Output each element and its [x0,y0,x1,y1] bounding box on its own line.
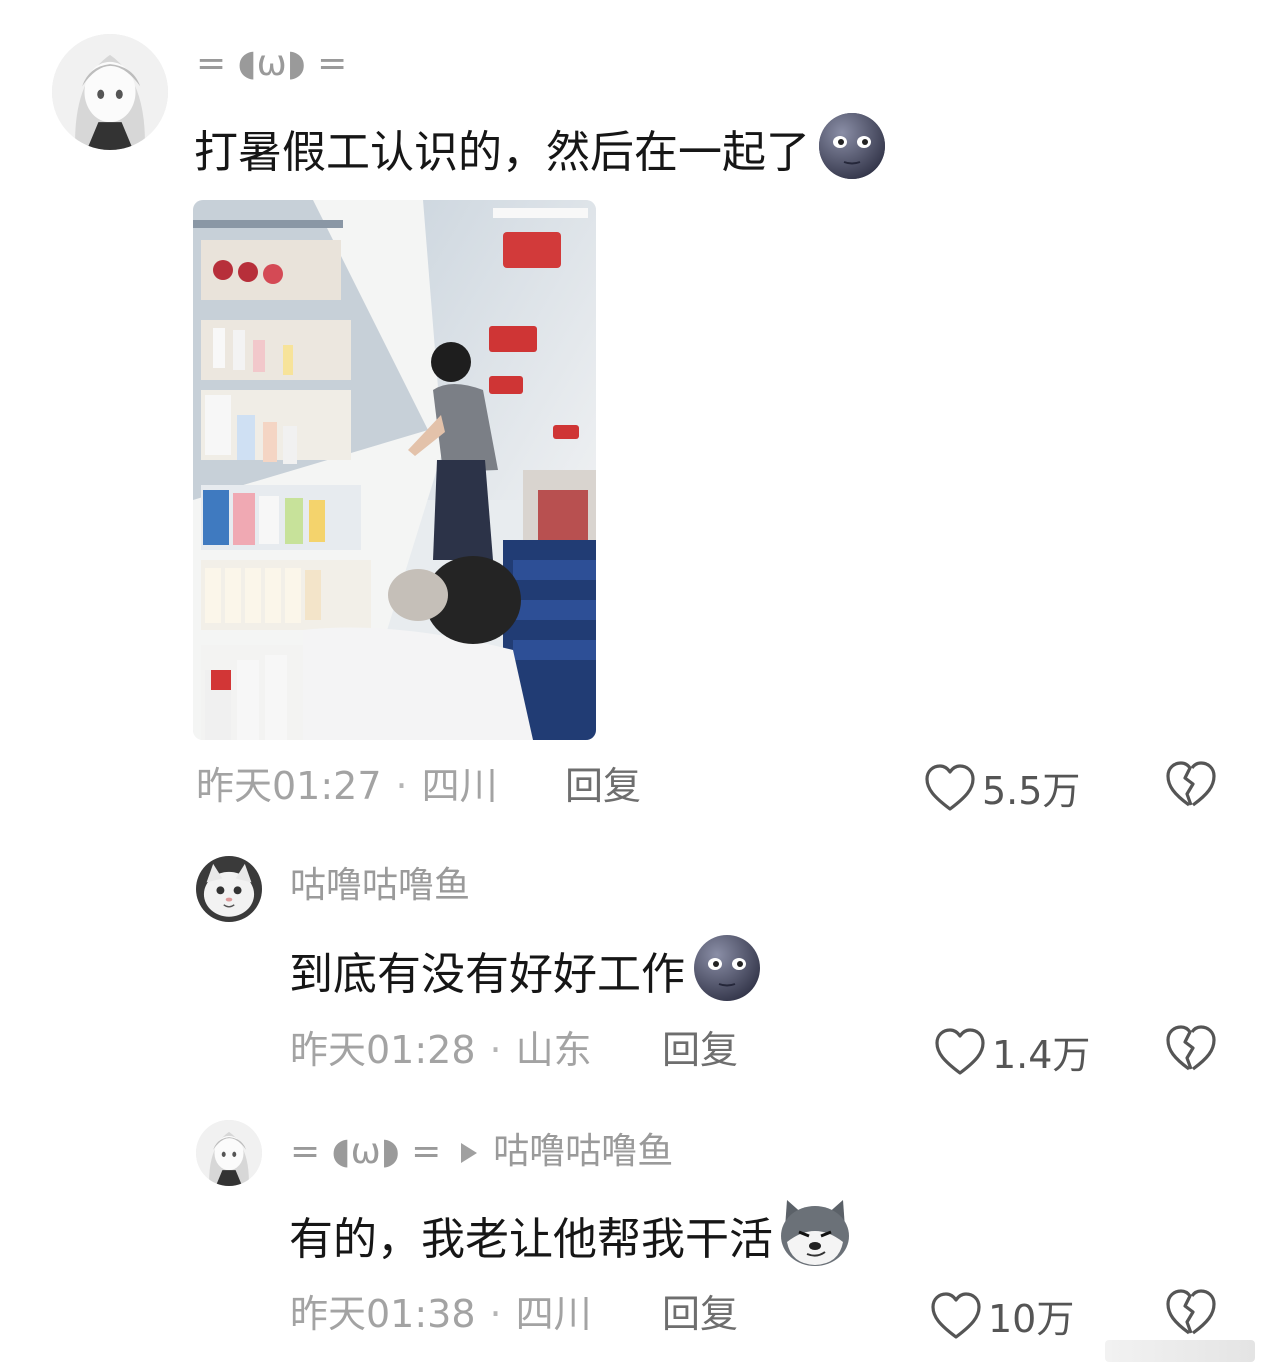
comment-username[interactable]: = ◖ω◗ = [290,1131,441,1172]
moon-face-emoji-icon [689,934,765,1016]
reply-button[interactable]: 回复 [662,1028,738,1072]
moon-face-emoji-icon [814,112,890,194]
comment-username[interactable]: = ◖ω◗ = [196,44,347,84]
reply-button[interactable]: 回复 [565,764,641,808]
comment-text: 打暑假工认识的，然后在一起了 [194,112,890,194]
meta-separator: · [489,1028,502,1072]
dislike-button[interactable] [1165,760,1217,810]
reply-to-username[interactable]: 咕噜咕噜鱼 [493,1131,673,1172]
comment-meta: 昨天01:38 · 四川 [290,1292,592,1336]
meta-separator: · [489,1292,502,1336]
comment-body: 到底有没有好好工作 [289,949,685,1000]
broken-heart-icon [1165,1024,1217,1074]
avatar-anime-girl[interactable] [196,1120,262,1186]
comment-meta: 昨天01:28 · 山东 [290,1028,592,1072]
reply-button[interactable]: 回复 [662,1292,738,1336]
comment-body: 有的，我老让他帮我干活 [289,1214,773,1265]
like-button[interactable]: 5.5万 [924,760,1080,815]
comment-time: 昨天01:28 [290,1028,476,1072]
comment-body: 打暑假工认识的，然后在一起了 [194,127,810,178]
watermark-bar [1105,1340,1255,1362]
like-count: 5.5万 [982,769,1081,813]
broken-heart-icon [1165,760,1217,810]
heart-icon [934,1027,986,1077]
comment-location: 山东 [515,1028,592,1072]
comment-text: 有的，我老让他帮我干活 [289,1198,853,1282]
comment-username[interactable]: 咕噜咕噜鱼 [290,866,470,906]
heart-icon [930,1291,982,1341]
comment-meta: 昨天01:27 · 四川 [196,764,498,808]
comment-location: 四川 [421,764,498,808]
comment-text: 到底有没有好好工作 [289,934,765,1016]
avatar-cat[interactable] [196,856,262,922]
dislike-button[interactable] [1165,1288,1217,1338]
comment-time: 昨天01:27 [196,764,382,808]
dislike-button[interactable] [1165,1024,1217,1074]
reply-arrow-icon [461,1143,478,1163]
like-count: 10万 [988,1297,1075,1341]
like-button[interactable]: 1.4万 [934,1024,1090,1079]
comment-photo-supermarket[interactable] [193,200,596,740]
broken-heart-icon [1165,1288,1217,1338]
comment-location: 四川 [515,1292,592,1336]
comment-time: 昨天01:38 [290,1292,476,1336]
meta-separator: · [395,764,408,808]
like-button[interactable]: 10万 [930,1288,1074,1343]
husky-dog-emoji-icon [777,1198,853,1282]
like-count: 1.4万 [992,1033,1091,1077]
heart-icon [924,763,976,813]
avatar-anime-girl[interactable] [52,34,168,150]
reply-username-line: = ◖ω◗ = 咕噜咕噜鱼 [290,1132,673,1172]
